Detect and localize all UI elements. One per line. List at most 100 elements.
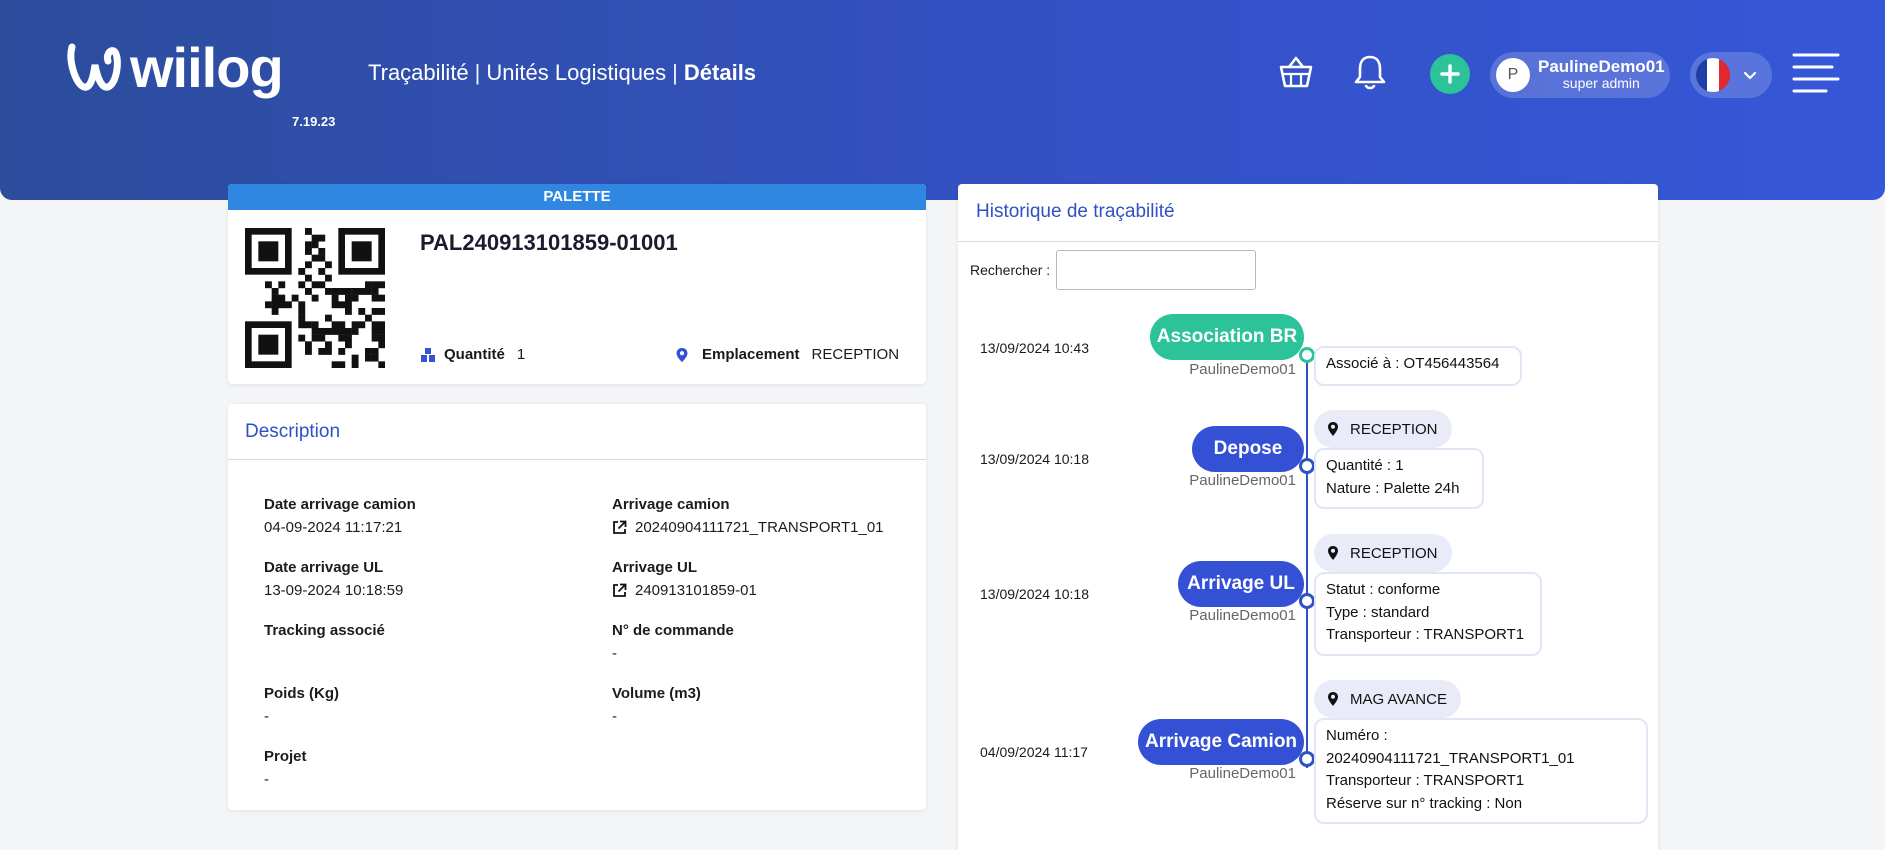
event-location-name: MAG AVANCE bbox=[1350, 690, 1447, 708]
event-detail-line: Numéro : bbox=[1326, 727, 1388, 744]
location-pin-icon bbox=[1328, 546, 1338, 560]
breadcrumb-separator: | bbox=[474, 60, 481, 85]
plus-icon bbox=[1440, 64, 1460, 84]
desc-value: - bbox=[264, 771, 269, 788]
event-detail-line: Type : standard bbox=[1326, 603, 1430, 621]
app-version: 7.19.23 bbox=[292, 114, 336, 129]
event-type-badge: Depose bbox=[1192, 426, 1304, 472]
breadcrumb-item-details: Détails bbox=[683, 60, 757, 85]
desc-field-arrivage-camion: Arrivage camion 20240904111721_TRANSPORT… bbox=[612, 496, 932, 536]
french-flag-icon bbox=[1696, 58, 1730, 92]
logo-text: wiilog bbox=[130, 36, 284, 99]
user-menu[interactable]: P PaulineDemo01 super admin bbox=[1490, 52, 1670, 98]
desc-field-poids: Poids (Kg) - bbox=[264, 685, 584, 725]
notifications-button[interactable] bbox=[1350, 52, 1390, 96]
quantity-field: Quantité 1 bbox=[420, 346, 525, 363]
breadcrumb-separator: | bbox=[672, 60, 678, 85]
timeline-dot bbox=[1299, 751, 1315, 767]
palette-header: PALETTE bbox=[228, 184, 926, 210]
top-header: wiilog 7.19.23 Traçabilité | Unités Logi… bbox=[0, 0, 1885, 200]
desc-field-date-arrivage-camion: Date arrivage camion 04-09-2024 11:17:21 bbox=[264, 496, 584, 536]
palette-card: PALETTE PAL240913101859-01001 Quantité 1… bbox=[228, 184, 926, 384]
basket-icon bbox=[1279, 56, 1313, 88]
qr-code-icon bbox=[245, 228, 385, 368]
desc-field-arrivage-ul: Arrivage UL 240913101859-01 bbox=[612, 559, 932, 599]
event-detail-line: Transporteur : TRANSPORT1 bbox=[1326, 772, 1525, 789]
event-location: RECEPTION bbox=[1314, 534, 1452, 572]
search-input[interactable] bbox=[1056, 250, 1257, 290]
user-role: super admin bbox=[1562, 75, 1640, 91]
event-location-name: RECEPTION bbox=[1350, 544, 1438, 562]
event-details: Statut : conforme Type : standard Transp… bbox=[1314, 572, 1542, 656]
desc-field-numero-commande: N° de commande - bbox=[612, 622, 932, 662]
event-user: PaulineDemo01 bbox=[1189, 472, 1296, 489]
breadcrumb-item-unites-logistiques[interactable]: Unités Logistiques bbox=[486, 60, 666, 86]
event-date: 13/09/2024 10:43 bbox=[980, 340, 1089, 356]
timeline-dot bbox=[1299, 593, 1315, 609]
desc-label: Date arrivage UL bbox=[264, 559, 384, 576]
language-selector[interactable] bbox=[1690, 52, 1772, 98]
location-pin-icon bbox=[1328, 422, 1338, 436]
event-location: RECEPTION bbox=[1314, 410, 1452, 448]
chevron-down-icon bbox=[1743, 71, 1757, 80]
event-detail-line: Associé à : OT456443564 bbox=[1326, 355, 1500, 372]
desc-label: Poids (Kg) bbox=[264, 685, 339, 702]
location-pin-icon bbox=[1328, 692, 1338, 706]
event-details: Quantité : 1 Nature : Palette 24h bbox=[1314, 448, 1484, 509]
event-user: PaulineDemo01 bbox=[1189, 361, 1296, 378]
bell-icon bbox=[1354, 55, 1386, 90]
quantity-value: 1 bbox=[516, 346, 526, 363]
history-card: Historique de traçabilité Rechercher : 1… bbox=[958, 184, 1658, 850]
arrivage-ul-link[interactable]: 240913101859-01 bbox=[612, 582, 932, 599]
boxes-icon bbox=[421, 347, 435, 362]
wiilog-logo[interactable]: wiilog bbox=[66, 36, 284, 99]
desc-field-projet: Projet - bbox=[264, 748, 584, 788]
external-link-icon bbox=[613, 583, 627, 597]
desc-label: Tracking associé bbox=[264, 622, 385, 639]
desc-field-tracking-associe: Tracking associé bbox=[264, 622, 584, 645]
event-date: 04/09/2024 11:17 bbox=[980, 744, 1088, 760]
arrivage-camion-link[interactable]: 20240904111721_TRANSPORT1_01 bbox=[612, 519, 932, 536]
desc-value: 240913101859-01 bbox=[635, 582, 757, 599]
event-date: 13/09/2024 10:18 bbox=[980, 586, 1089, 602]
event-details: Numéro : 20240904111721_TRANSPORT1_01 Tr… bbox=[1314, 718, 1648, 824]
timeline-line bbox=[1306, 356, 1308, 768]
location-label: Emplacement bbox=[702, 346, 800, 363]
quantity-label: Quantité bbox=[444, 346, 505, 363]
event-type-badge: Association BR bbox=[1150, 314, 1304, 360]
location-pin-icon bbox=[676, 347, 688, 362]
event-type-badge: Arrivage Camion bbox=[1138, 719, 1304, 765]
description-card: Description Date arrivage camion 04-09-2… bbox=[228, 404, 926, 810]
event-detail-line: Statut : conforme bbox=[1326, 581, 1441, 598]
history-search: Rechercher : bbox=[970, 250, 1257, 290]
timeline-dot bbox=[1299, 347, 1315, 363]
event-detail-line: Nature : Palette 24h bbox=[1326, 479, 1460, 497]
desc-label: Projet bbox=[264, 748, 307, 765]
desc-value: - bbox=[612, 708, 617, 725]
event-date: 13/09/2024 10:18 bbox=[980, 451, 1089, 467]
desc-field-volume: Volume (m3) - bbox=[612, 685, 932, 725]
history-title: Historique de traçabilité bbox=[958, 184, 1658, 242]
desc-value: 04-09-2024 11:17:21 bbox=[264, 519, 403, 536]
desc-label: N° de commande bbox=[612, 622, 734, 639]
event-user: PaulineDemo01 bbox=[1189, 607, 1296, 624]
desc-label: Date arrivage camion bbox=[264, 496, 416, 513]
event-user: PaulineDemo01 bbox=[1189, 765, 1296, 782]
avatar: P bbox=[1496, 58, 1530, 92]
desc-value: - bbox=[612, 645, 617, 662]
event-type-badge: Arrivage UL bbox=[1178, 561, 1304, 607]
event-detail-line: 20240904111721_TRANSPORT1_01 bbox=[1326, 749, 1575, 767]
desc-label: Arrivage camion bbox=[612, 496, 730, 513]
hamburger-menu-icon[interactable] bbox=[1792, 52, 1840, 94]
wiilog-logo-icon bbox=[67, 43, 121, 91]
event-detail-line: Quantité : 1 bbox=[1326, 457, 1404, 474]
desc-value: - bbox=[264, 708, 269, 725]
event-detail-line: Transporteur : TRANSPORT1 bbox=[1326, 626, 1525, 643]
external-link-icon bbox=[613, 520, 627, 534]
breadcrumb-item-tracabilite[interactable]: Traçabilité bbox=[368, 60, 469, 86]
basket-button[interactable] bbox=[1276, 52, 1316, 96]
desc-label: Volume (m3) bbox=[612, 685, 701, 702]
add-button[interactable] bbox=[1430, 54, 1470, 94]
user-name: PaulineDemo01 bbox=[1538, 57, 1665, 76]
desc-value: 20240904111721_TRANSPORT1_01 bbox=[635, 519, 884, 536]
